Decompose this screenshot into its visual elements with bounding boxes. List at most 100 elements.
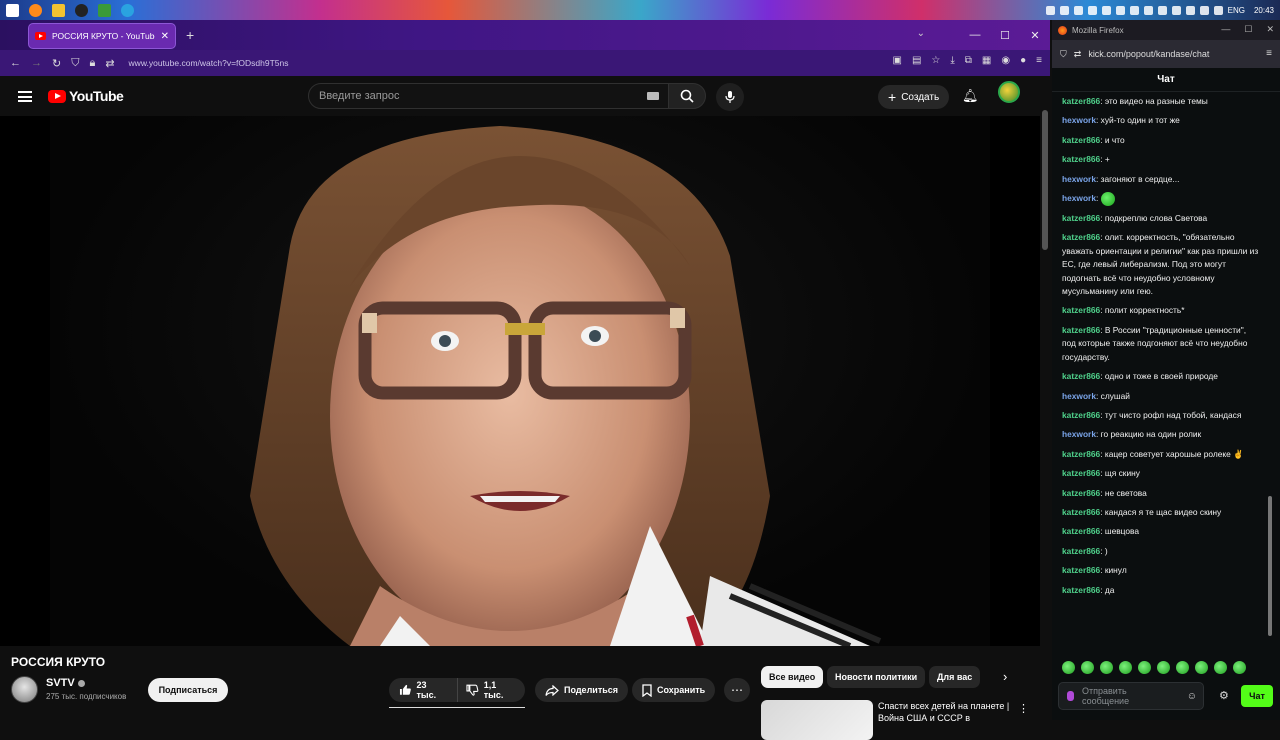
tray-icon[interactable] (1143, 5, 1153, 15)
voice-search-button[interactable] (716, 83, 744, 111)
chat-username[interactable]: katzer866 (1062, 213, 1100, 223)
tray-icon[interactable] (1073, 5, 1083, 15)
chat-message-list[interactable]: katzer866: это видео на разные темы hexwo… (1052, 92, 1270, 672)
chat-username[interactable]: katzer866 (1062, 232, 1100, 242)
chip-for-you[interactable]: Для вас (929, 666, 981, 688)
chat-send-button[interactable]: Чат (1241, 685, 1273, 707)
chat-username[interactable]: katzer866 (1062, 488, 1100, 498)
emote-icon[interactable] (1081, 661, 1094, 674)
chat-message-input[interactable]: Отправить сообщение ☺ (1058, 682, 1204, 710)
extensions-icon[interactable]: ⧉ (965, 55, 972, 66)
chat-username[interactable]: katzer866 (1062, 526, 1100, 536)
chat-username[interactable]: katzer866 (1062, 449, 1100, 459)
scrollbar-thumb[interactable] (1042, 110, 1048, 250)
emote-icon[interactable] (1157, 661, 1170, 674)
emote-icon[interactable] (1138, 661, 1151, 674)
emote-icon[interactable] (1195, 661, 1208, 674)
tray-icon[interactable] (1045, 5, 1055, 15)
chat-username[interactable]: katzer866 (1062, 135, 1100, 145)
app-icon[interactable] (75, 3, 88, 17)
chat-username[interactable]: hexwork (1062, 429, 1096, 439)
clock[interactable]: 20:43 (1254, 6, 1274, 15)
chat-username[interactable]: katzer866 (1062, 546, 1100, 556)
tray-icon[interactable] (1171, 5, 1181, 15)
user-avatar[interactable] (998, 81, 1020, 103)
chat-username[interactable]: katzer866 (1062, 468, 1100, 478)
keyboard-icon[interactable] (647, 92, 659, 100)
maximize-icon[interactable]: ☐ (1244, 24, 1252, 35)
video-player[interactable] (0, 116, 1040, 646)
close-window-icon[interactable]: ✕ (1266, 24, 1274, 35)
app-icon-2[interactable] (98, 3, 111, 17)
recommended-video-thumbnail[interactable] (761, 700, 873, 740)
emote-icon[interactable] (1062, 661, 1075, 674)
like-button[interactable]: 23 тыс. (389, 678, 459, 702)
tray-icon[interactable] (1115, 5, 1125, 15)
tray-icon[interactable] (1059, 5, 1069, 15)
chat-username[interactable]: katzer866 (1062, 565, 1100, 575)
channel-name[interactable]: SVTV (46, 677, 85, 689)
chat-username[interactable]: hexwork (1062, 115, 1096, 125)
windows-start-icon[interactable] (6, 3, 19, 17)
hamburger-menu-icon[interactable] (18, 90, 32, 102)
create-button[interactable]: + Создать (878, 85, 950, 109)
telegram-icon[interactable] (121, 3, 134, 17)
chat-settings-gear-icon[interactable]: ⚙ (1219, 689, 1229, 702)
notifications-bell-icon[interactable]: 🔔︎ (962, 88, 979, 104)
share-button[interactable]: Поделиться (535, 678, 629, 702)
search-button[interactable] (668, 83, 706, 109)
minimize-icon[interactable]: — (960, 29, 990, 41)
chat-username[interactable]: katzer866 (1062, 325, 1100, 335)
emote-icon[interactable] (1214, 661, 1227, 674)
more-actions-button[interactable]: ⋯ (724, 678, 750, 702)
reader-icon[interactable]: ▤ (912, 55, 921, 66)
youtube-logo[interactable]: YouTube (48, 88, 124, 104)
chat-username[interactable]: katzer866 (1062, 371, 1100, 381)
chat-username[interactable]: katzer866 (1062, 410, 1100, 420)
chat-username[interactable]: katzer866 (1062, 154, 1100, 164)
tray-icon[interactable] (1087, 5, 1097, 15)
forward-icon[interactable]: → (31, 57, 42, 69)
dislike-button[interactable]: 1,1 тыс. (458, 680, 525, 700)
chat-username[interactable]: katzer866 (1062, 96, 1100, 106)
address-bar[interactable]: www.youtube.com/watch?v=fODsdh9T5ns (129, 58, 289, 68)
emoji-picker-icon[interactable]: ☺ (1187, 691, 1197, 702)
tray-icon[interactable] (1157, 5, 1167, 15)
chip-politics-news[interactable]: Новости политики (827, 666, 926, 688)
chat-scrollbar[interactable] (1268, 96, 1274, 636)
browser-tab-active[interactable]: РОССИЯ КРУТО - YouTube ✕ (28, 23, 176, 49)
profile-icon[interactable]: ● (1020, 55, 1026, 66)
subscribe-button[interactable]: Подписаться (148, 678, 228, 702)
chat-username[interactable]: hexwork (1062, 193, 1096, 203)
shield-icon[interactable]: ⛉ (1060, 49, 1067, 60)
chat-username[interactable]: katzer866 (1062, 507, 1100, 517)
tray-icon[interactable] (1185, 5, 1195, 15)
tray-icon[interactable] (1101, 5, 1111, 15)
chat-username[interactable]: hexwork (1062, 391, 1096, 401)
back-icon[interactable]: ← (10, 57, 21, 69)
shield-icon[interactable]: ⛉ (71, 57, 79, 70)
chips-next-chevron-icon[interactable]: › (1003, 669, 1007, 684)
recommended-more-icon[interactable]: ⋮ (1018, 702, 1029, 715)
vpn-icon[interactable]: ◉ (1001, 55, 1010, 66)
emote-icon[interactable] (1176, 661, 1189, 674)
explorer-icon[interactable] (52, 3, 65, 17)
downloads-icon[interactable]: ⤓ (950, 55, 954, 66)
tab-list-chevron-icon[interactable]: ⌄ (917, 28, 925, 39)
new-tab-icon[interactable]: + (186, 27, 194, 43)
reload-icon[interactable]: ↻ (52, 57, 61, 70)
menu-icon[interactable]: ≡ (1266, 48, 1272, 59)
emote-icon[interactable] (1119, 661, 1132, 674)
volume-icon[interactable] (1213, 5, 1223, 15)
emote-icon[interactable] (1100, 661, 1113, 674)
menu-icon[interactable]: ≡ (1036, 55, 1042, 66)
wifi-icon[interactable] (1199, 5, 1209, 15)
chat-address[interactable]: kick.com/popout/kandase/chat (1088, 49, 1209, 59)
bookmark-star-icon[interactable]: ☆ (931, 55, 940, 66)
microphone-icon[interactable] (1067, 691, 1074, 701)
chat-username[interactable]: katzer866 (1062, 305, 1100, 315)
maximize-icon[interactable]: ☐ (990, 29, 1020, 42)
chat-scrollbar-thumb[interactable] (1268, 496, 1272, 636)
permissions-icon[interactable]: ⇄ (105, 57, 114, 70)
language-indicator[interactable]: ENG (1228, 6, 1245, 15)
